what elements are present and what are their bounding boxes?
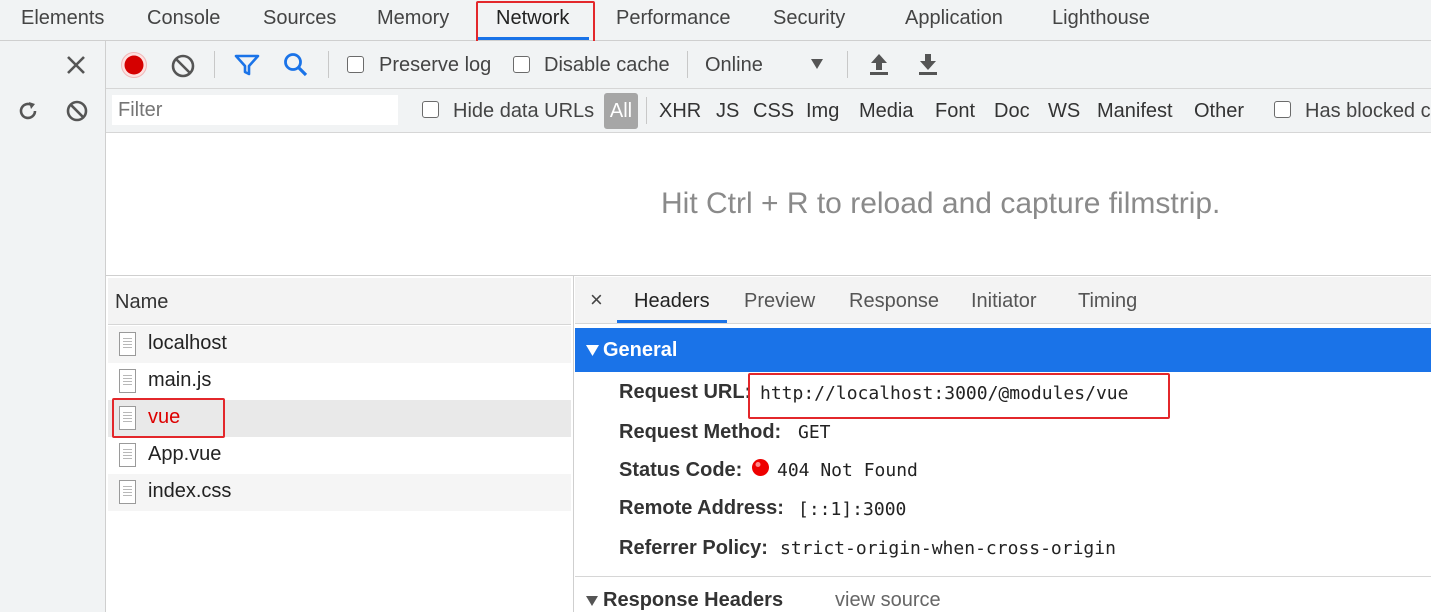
request-row-app-vue[interactable]: App.vue [108,437,571,474]
detail-tab-timing[interactable]: Timing [1078,290,1137,313]
request-url-highlight [748,373,1170,419]
toolbar-divider [328,51,329,78]
chevron-down-icon[interactable] [810,58,824,70]
search-icon[interactable] [283,52,309,78]
request-method-key: Request Method: [619,421,782,443]
detail-tab-initiator[interactable]: Initiator [971,290,1037,313]
toolbar-divider [847,51,848,78]
export-har-icon[interactable] [917,52,939,76]
detail-tab-response[interactable]: Response [849,290,939,313]
document-icon [119,480,136,504]
detail-tab-headers[interactable]: Headers [634,290,710,313]
drawer-side-strip [0,41,106,612]
document-icon [119,443,136,467]
tab-security[interactable]: Security [773,7,845,30]
hide-data-urls-checkbox[interactable] [422,101,439,118]
close-detail-button[interactable]: × [590,287,603,313]
record-icon[interactable] [120,51,148,79]
filter-img[interactable]: Img [806,100,839,123]
filter-doc[interactable]: Doc [994,100,1030,123]
response-headers-title[interactable]: Response Headers [603,589,783,612]
has-blocked-label: Has blocked c [1305,100,1431,122]
reload-icon[interactable] [16,99,40,123]
tab-application[interactable]: Application [905,7,1003,30]
filter-media[interactable]: Media [859,100,913,123]
request-row-index-css[interactable]: index.css [108,474,571,511]
tab-memory[interactable]: Memory [377,7,449,30]
filter-icon[interactable] [234,53,260,77]
section-divider [575,576,1431,577]
has-blocked-checkbox[interactable] [1274,101,1291,118]
request-name: index.css [148,480,232,502]
error-status-dot-icon [752,459,769,476]
block-icon[interactable] [65,99,89,123]
filter-all-button[interactable]: All [604,93,638,129]
view-source-link[interactable]: view source [835,589,941,612]
request-method-value: GET [798,422,831,443]
request-name: main.js [148,369,212,391]
general-section-title: General [603,339,678,361]
tab-console[interactable]: Console [147,7,220,30]
filter-xhr[interactable]: XHR [659,100,701,123]
tab-sources[interactable]: Sources [263,7,336,30]
triangle-down-icon[interactable] [586,596,598,606]
preserve-log-checkbox[interactable] [347,56,364,73]
request-detail-pane [574,276,1431,612]
vue-row-highlight [112,398,225,438]
filter-js[interactable]: JS [716,100,739,123]
name-header-label: Name [115,291,169,313]
request-row-localhost[interactable]: localhost [108,326,571,363]
clear-icon[interactable] [170,53,196,79]
tab-performance[interactable]: Performance [616,7,731,30]
remote-address-value: [::1]:3000 [798,499,907,520]
tab-lighthouse[interactable]: Lighthouse [1052,7,1150,30]
detail-tab-indicator [617,320,727,323]
toolbar-divider [687,51,688,78]
preserve-log-label: Preserve log [379,54,492,76]
triangle-down-icon [586,345,599,356]
request-url-key: Request URL: [619,381,752,403]
status-code-key: Status Code: [619,459,743,481]
filmstrip-hint: Hit Ctrl + R to reload and capture films… [661,187,1221,220]
tab-elements[interactable]: Elements [21,7,104,30]
request-name: localhost [148,332,227,354]
status-code-value: 404 Not Found [777,460,918,481]
request-name: App.vue [148,443,222,465]
filter-manifest[interactable]: Manifest [1097,100,1173,123]
disable-cache-label: Disable cache [544,54,670,76]
document-icon [119,369,136,393]
import-har-icon[interactable] [868,52,890,76]
name-column-header[interactable]: Name [108,278,571,325]
toolbar-divider [214,51,215,78]
document-icon [119,332,136,356]
toolbar-divider [646,97,647,124]
filter-ws[interactable]: WS [1048,100,1080,123]
filter-font[interactable]: Font [935,100,975,123]
filter-input[interactable] [112,95,398,125]
disable-cache-checkbox[interactable] [513,56,530,73]
detail-tab-preview[interactable]: Preview [744,290,815,313]
remote-address-key: Remote Address: [619,497,784,519]
devtools-tab-bar: Elements Console Sources Memory Network … [0,0,1431,41]
request-row-main-js[interactable]: main.js [108,363,571,400]
referrer-policy-value: strict-origin-when-cross-origin [780,538,1116,559]
throttling-select[interactable]: Online [705,54,763,77]
filter-css[interactable]: CSS [753,100,794,123]
referrer-policy-key: Referrer Policy: [619,537,768,559]
hide-data-urls-label: Hide data URLs [453,100,595,122]
general-section-header[interactable]: General [575,328,1431,372]
close-icon[interactable] [66,55,86,75]
filter-other[interactable]: Other [1194,100,1244,123]
